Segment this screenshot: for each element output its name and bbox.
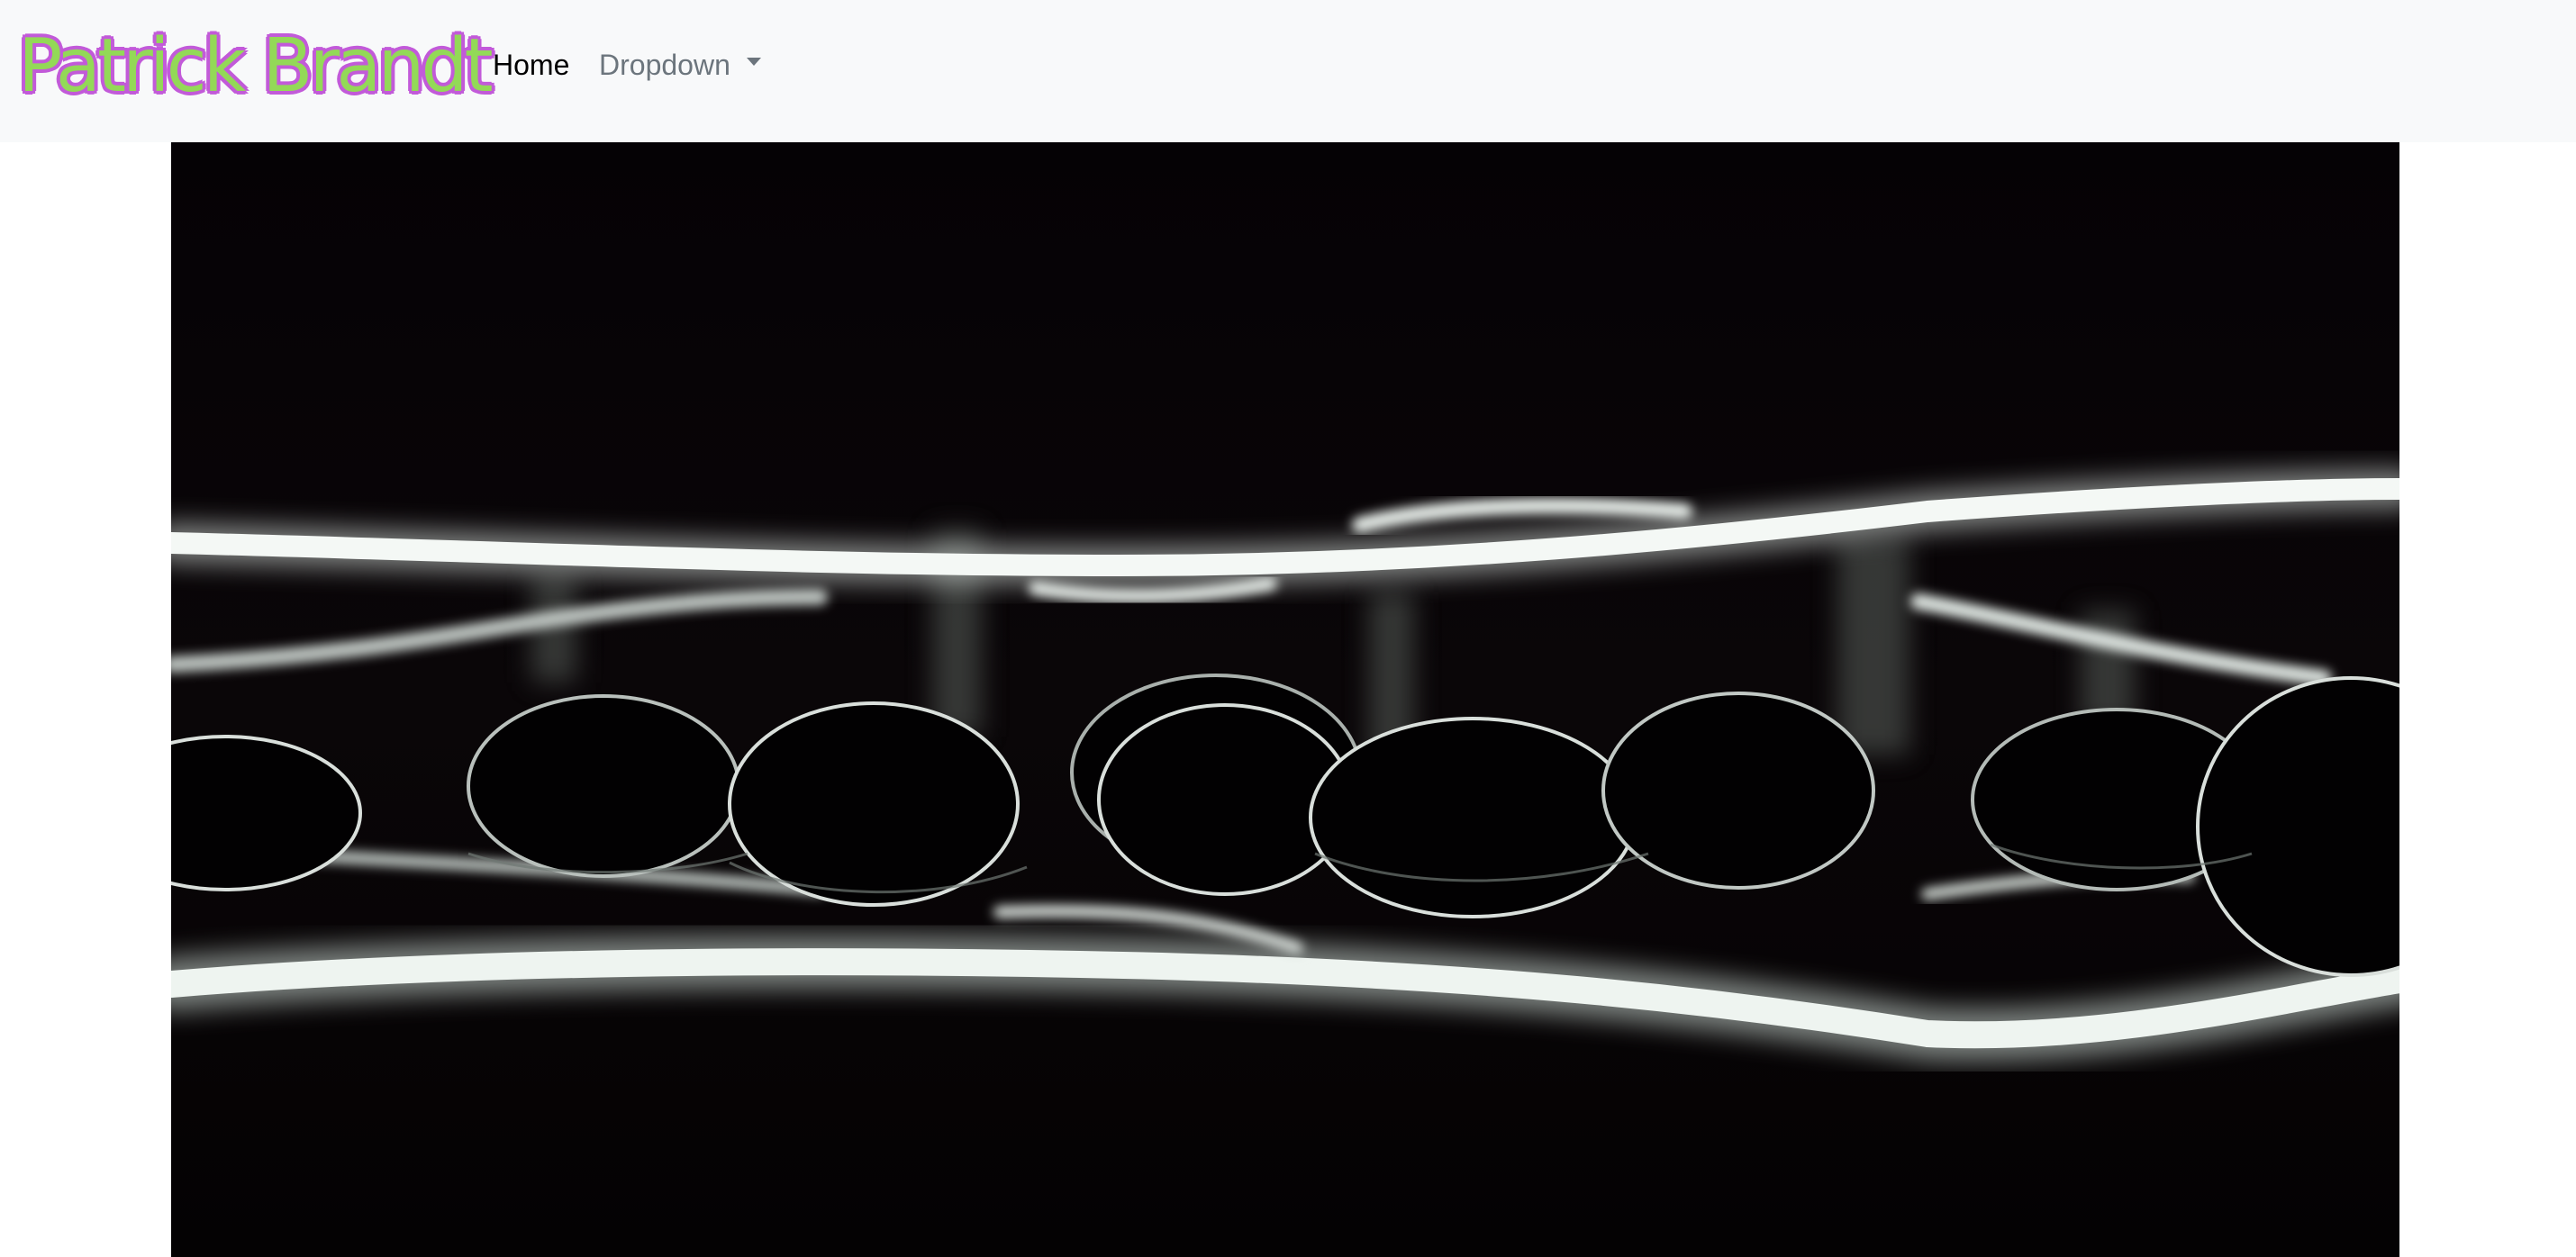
- top-navbar: Patrick Brandt Home Dropdown: [0, 0, 2576, 142]
- hero-image: [171, 142, 2399, 1257]
- nav-link-home[interactable]: Home: [493, 47, 569, 83]
- brand-logo[interactable]: Patrick Brandt: [18, 22, 494, 112]
- nav-dropdown-label: Dropdown: [599, 49, 730, 81]
- chevron-down-icon: [746, 57, 761, 66]
- nav-dropdown-toggle[interactable]: Dropdown: [599, 47, 761, 83]
- photo-icon: [171, 142, 2399, 1257]
